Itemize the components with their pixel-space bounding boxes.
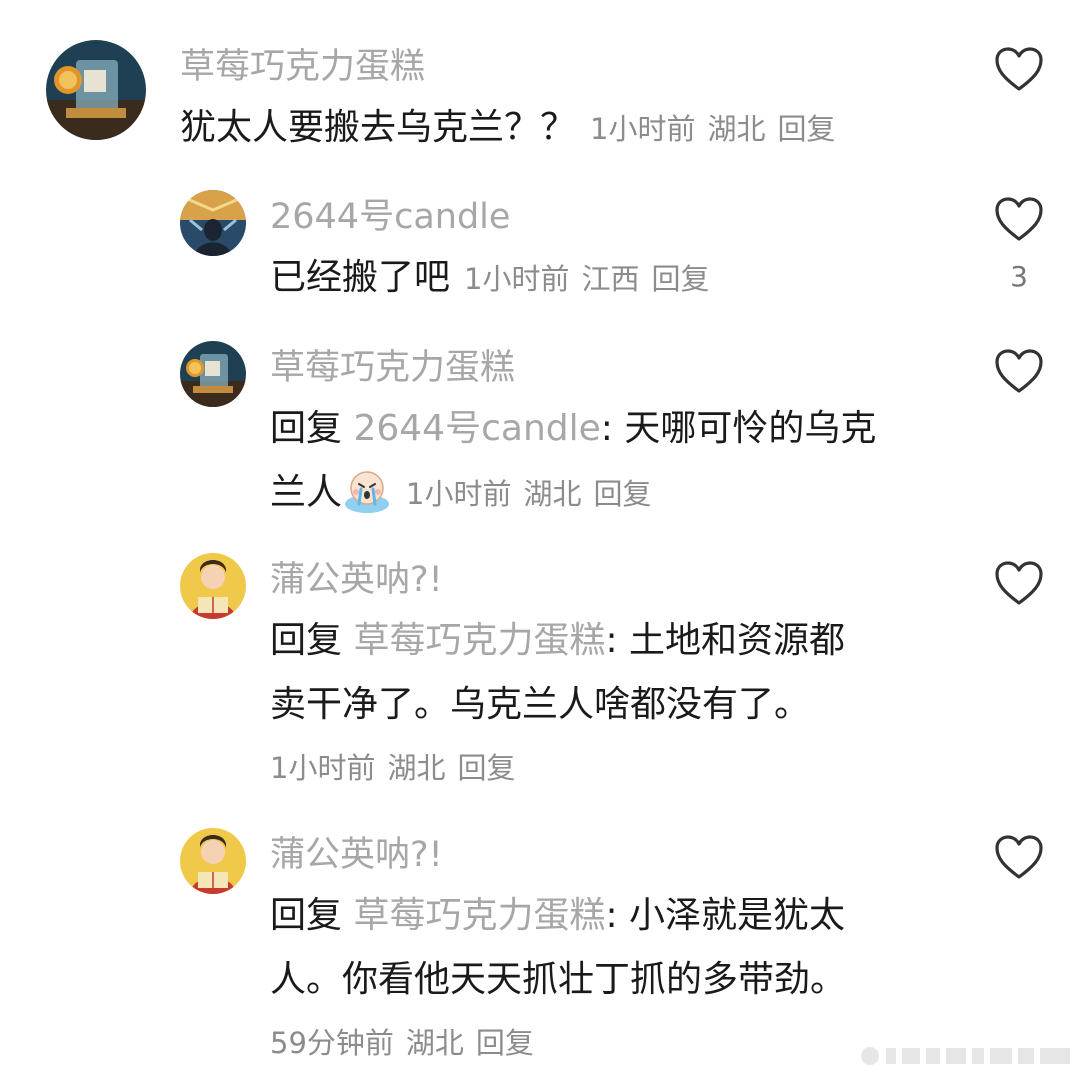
comment-time: 1小时前 — [590, 112, 696, 146]
like-button[interactable] — [994, 560, 1044, 606]
comment-text: : 天哪可怜的乌克 — [600, 408, 877, 449]
comment-text-line: 人。你看他天天抓壮丁抓的多带劲。 — [270, 948, 846, 1012]
heart-outline-icon — [995, 47, 1043, 91]
comment-location: 湖北 — [387, 751, 446, 785]
comment-location: 湖北 — [707, 112, 766, 146]
comment-meta: 1小时前 湖北 回复 — [270, 751, 515, 785]
comment-text: 犹太人要搬去乌克兰？？ — [180, 107, 577, 148]
comment-text-line: 卖干净了。乌克兰人啥都没有了。 — [270, 673, 810, 737]
comment-text: : 小泽就是犹太 — [605, 895, 846, 936]
reply-target-username[interactable]: 草莓巧克力蛋糕 — [353, 895, 605, 936]
comment-username[interactable]: 草莓巧克力蛋糕 — [270, 351, 515, 386]
reply-target-username[interactable]: 2644号candle — [353, 408, 600, 449]
comment-text-line: 兰人 1小时前 湖北 回复 — [270, 461, 652, 526]
comment-username[interactable]: 2644号candle — [270, 200, 510, 235]
comment-location: 江西 — [581, 262, 640, 296]
user-avatar[interactable] — [180, 341, 246, 407]
like-count: 3 — [1010, 260, 1028, 293]
comment-text: 已经搬了吧 — [270, 257, 451, 298]
comment-location: 湖北 — [523, 477, 582, 511]
comment-location: 湖北 — [405, 1026, 464, 1060]
reply-button[interactable]: 回复 — [593, 477, 651, 511]
reply-prefix: 回复 — [270, 620, 343, 661]
comment-meta-line: 59分钟前 湖北 回复 — [270, 1010, 534, 1075]
reply-button[interactable]: 回复 — [777, 112, 835, 146]
heart-outline-icon — [995, 561, 1043, 605]
user-avatar[interactable] — [180, 828, 246, 894]
comment-text-line: 回复 草莓巧克力蛋糕: 小泽就是犹太 — [270, 884, 845, 948]
comment-text-line: 已经搬了吧 1小时前 江西 回复 — [270, 246, 710, 311]
comment-text: : 土地和资源都 — [605, 620, 846, 661]
comment-text: 兰人 — [270, 472, 343, 513]
comment-username[interactable]: 蒲公英呐?! — [270, 563, 443, 598]
comment-time: 59分钟前 — [270, 1026, 394, 1060]
heart-outline-icon — [995, 349, 1043, 393]
reply-prefix: 回复 — [270, 895, 343, 936]
user-avatar[interactable] — [180, 190, 246, 256]
like-button[interactable] — [994, 46, 1044, 92]
comment-time: 1小时前 — [406, 477, 512, 511]
comment-meta: 1小时前 湖北 回复 — [590, 112, 835, 146]
comment-meta: 59分钟前 湖北 回复 — [270, 1026, 534, 1060]
reply-button[interactable]: 回复 — [651, 262, 709, 296]
watermark-image — [858, 1042, 1078, 1070]
like-button[interactable] — [994, 834, 1044, 880]
comment-time: 1小时前 — [464, 262, 570, 296]
comment-text: 卖干净了。乌克兰人啥都没有了。 — [270, 684, 811, 725]
user-avatar[interactable] — [46, 40, 146, 140]
comment-thread: 草莓巧克力蛋糕 犹太人要搬去乌克兰？？ 1小时前 湖北 回复 2644号candle … — [0, 0, 1090, 1080]
reply-button[interactable]: 回复 — [457, 751, 515, 785]
comment-username[interactable]: 蒲公英呐?! — [270, 838, 443, 873]
reply-prefix: 回复 — [270, 408, 343, 449]
user-avatar[interactable] — [180, 553, 246, 619]
comment-text-line: 犹太人要搬去乌克兰？？ 1小时前 湖北 回复 — [180, 96, 836, 161]
comment-text: 人。你看他天天抓壮丁抓的多带劲。 — [270, 959, 847, 1000]
heart-outline-icon — [995, 197, 1043, 241]
reply-button[interactable]: 回复 — [476, 1026, 534, 1060]
comment-meta: 1小时前 湖北 回复 — [406, 477, 651, 511]
comment-meta-line: 1小时前 湖北 回复 — [270, 735, 515, 800]
like-button[interactable] — [994, 196, 1044, 242]
comment-username[interactable]: 草莓巧克力蛋糕 — [180, 50, 425, 85]
comment-meta: 1小时前 江西 回复 — [464, 262, 709, 296]
crying-emoji-icon — [342, 464, 392, 514]
comment-text-line: 回复 2644号candle: 天哪可怜的乌克 — [270, 397, 876, 461]
like-button[interactable] — [994, 348, 1044, 394]
heart-outline-icon — [995, 835, 1043, 879]
comment-text-line: 回复 草莓巧克力蛋糕: 土地和资源都 — [270, 609, 845, 673]
reply-target-username[interactable]: 草莓巧克力蛋糕 — [353, 620, 605, 661]
comment-time: 1小时前 — [270, 751, 376, 785]
